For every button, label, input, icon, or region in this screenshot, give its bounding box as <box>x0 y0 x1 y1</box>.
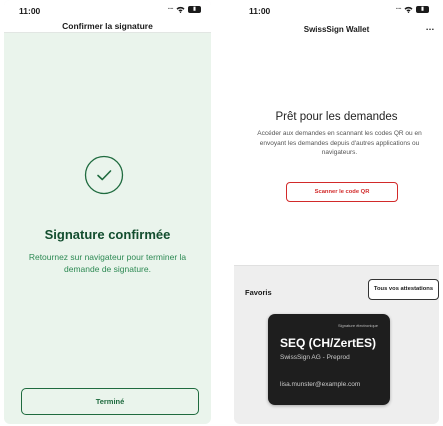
wifi-icon <box>404 6 413 13</box>
ready-title: Prêt pour les demandes <box>275 111 398 123</box>
card-title: SEQ (CH/ZertES) <box>280 336 377 350</box>
status-bar: 11:00 ···· ▮ <box>4 6 211 18</box>
status-bar: 11:00 ···· ▮ <box>234 6 439 18</box>
favorites-section: Favoris Tous vos attestations Signature … <box>234 265 439 424</box>
confirm-signature-screen: 11:00 ···· ▮ Confirmer la signature Sign… <box>4 0 211 424</box>
card-email: lisa.munster@example.com <box>280 381 361 388</box>
status-time: 11:00 <box>249 6 271 16</box>
wifi-icon <box>176 6 185 13</box>
signal-icon: ···· <box>395 6 402 13</box>
scan-qr-button[interactable]: Scanner le code QR <box>286 182 398 202</box>
header: 11:00 ···· ▮ Confirmer la signature <box>4 0 211 33</box>
status-time: 11:00 <box>19 6 41 16</box>
battery-icon: ▮ <box>188 6 201 13</box>
page-title: Confirmer la signature <box>62 21 153 31</box>
credential-card[interactable]: Signature électronique SEQ (CH/ZertES) S… <box>268 314 390 405</box>
confirmation-title: Signature confirmée <box>44 227 171 242</box>
favorites-label: Favoris <box>245 288 272 297</box>
more-icon[interactable]: … <box>426 22 436 32</box>
ready-description: Accéder aux demandes en scannant les cod… <box>257 130 422 156</box>
card-type-label: Signature électronique <box>337 323 378 328</box>
done-button[interactable]: Terminé <box>21 388 199 415</box>
confirmation-message: Retournez sur navigateur pour terminer l… <box>28 252 187 274</box>
all-attestations-button[interactable]: Tous vos attestations <box>368 279 439 300</box>
status-icons: ···· ▮ <box>168 6 201 13</box>
card-issuer: SwissSign AG - Preprod <box>280 354 350 361</box>
wallet-home-screen: 11:00 ···· ▮ SwissSign Wallet … Prêt pou… <box>234 0 439 424</box>
check-circle-icon <box>84 155 124 195</box>
app-title: SwissSign Wallet <box>303 25 370 34</box>
status-icons: ···· ▮ <box>396 6 429 13</box>
signal-icon: ···· <box>167 6 174 13</box>
battery-icon: ▮ <box>416 6 429 13</box>
